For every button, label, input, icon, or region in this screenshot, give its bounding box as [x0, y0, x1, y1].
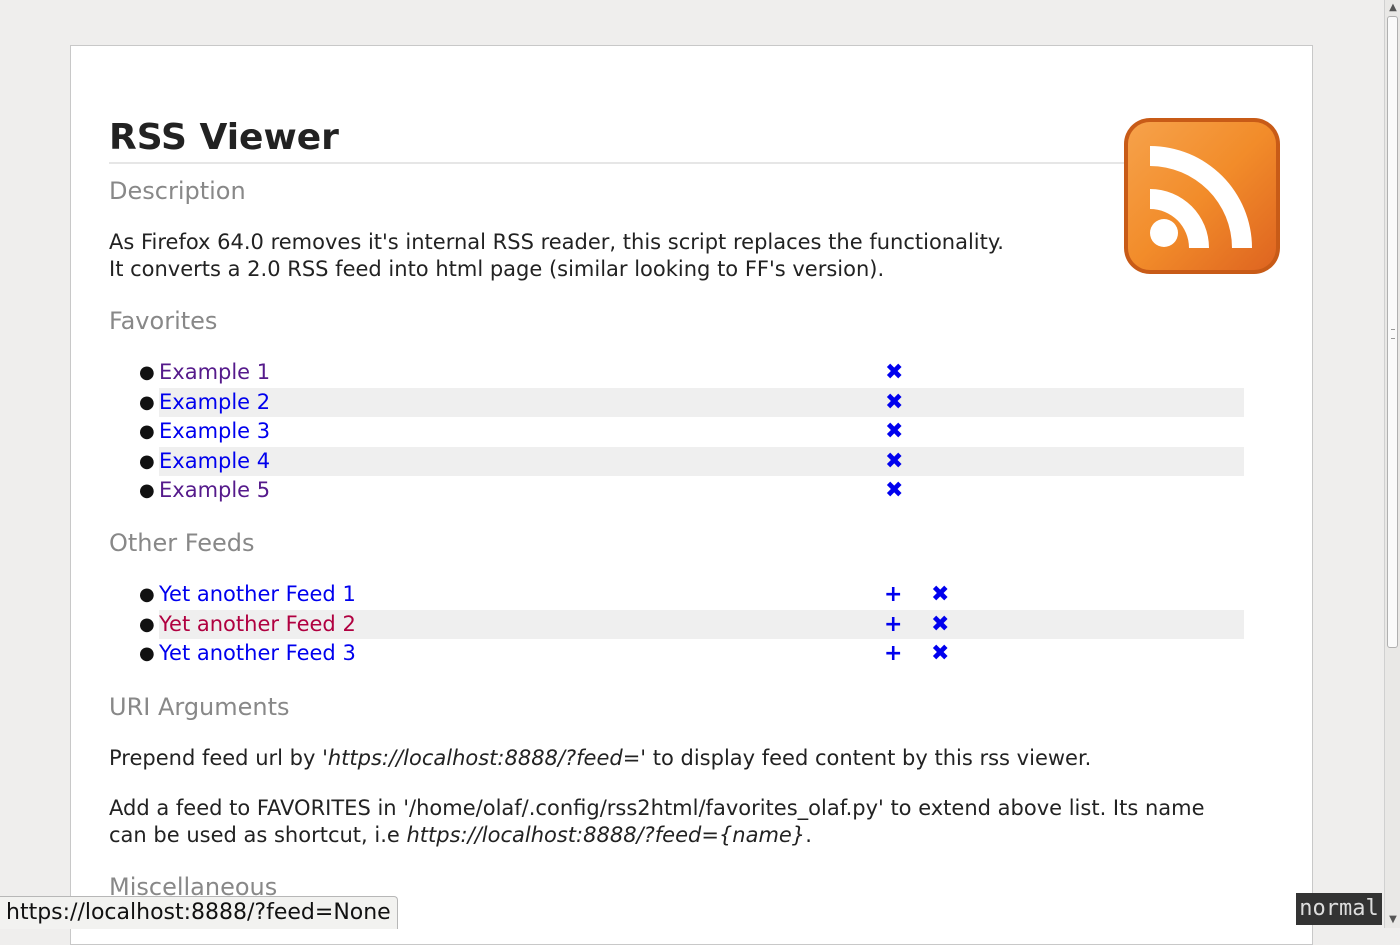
vertical-scrollbar[interactable]: ▲ ▼ [1384, 0, 1400, 928]
bullet: ● [139, 450, 155, 472]
add-icon[interactable]: + [884, 610, 902, 639]
remove-icon[interactable]: ✖ [885, 447, 903, 476]
remove-icon[interactable]: ✖ [885, 388, 903, 417]
list-item: ● Yet another Feed 3 + ✖ [109, 639, 1244, 669]
status-bar-url: https://localhost:8888/?feed=None [0, 896, 398, 929]
scrollbar-thumb[interactable] [1387, 16, 1398, 648]
uri-arguments-heading: URI Arguments [109, 693, 290, 721]
bullet: ● [139, 480, 155, 501]
bullet: ● [139, 421, 155, 442]
uri-p2-before: can be used as shortcut, i.e [109, 823, 407, 847]
description-line-1: As Firefox 64.0 removes it's internal RS… [109, 230, 1004, 254]
uri-p2-after: . [805, 823, 812, 847]
scroll-up-arrow-icon[interactable]: ▲ [1385, 0, 1400, 16]
add-icon[interactable]: + [884, 580, 902, 609]
description-heading: Description [109, 177, 246, 205]
uri-p1-example: https://localhost:8888/?feed= [327, 746, 641, 770]
grip-icon [1391, 329, 1395, 339]
list-item: ● Yet another Feed 2 + ✖ [109, 609, 1244, 639]
list-item: ● Example 1 ✖ [109, 358, 1244, 388]
favorite-link-example-4[interactable]: Example 4 [159, 447, 270, 476]
bullet: ● [139, 362, 155, 383]
remove-icon[interactable]: ✖ [931, 580, 949, 609]
bullet: ● [139, 643, 155, 664]
remove-icon[interactable]: ✖ [885, 417, 903, 446]
favorite-link-example-2[interactable]: Example 2 [159, 388, 270, 417]
uri-p2-example: https://localhost:8888/?feed={name} [406, 823, 806, 847]
scroll-down-arrow-icon[interactable]: ▼ [1385, 912, 1400, 928]
feed-link-2[interactable]: Yet another Feed 2 [159, 610, 356, 639]
list-item: ● Example 2 ✖ [109, 387, 1244, 417]
uri-p1-before: Prepend feed url by ' [109, 746, 328, 770]
description-text: As Firefox 64.0 removes it's internal RS… [109, 229, 1239, 283]
favorite-link-example-1[interactable]: Example 1 [159, 358, 270, 387]
feed-link-1[interactable]: Yet another Feed 1 [159, 580, 356, 609]
uri-p1-after: ' to display feed content by this rss vi… [640, 746, 1092, 770]
uri-paragraph-1: Prepend feed url by 'https://localhost:8… [109, 745, 1239, 772]
uri-paragraph-2: Add a feed to FAVORITES in '/home/olaf/.… [109, 795, 1239, 849]
remove-icon[interactable]: ✖ [885, 476, 903, 505]
favorite-link-example-5[interactable]: Example 5 [159, 476, 270, 505]
other-feeds-heading: Other Feeds [109, 529, 255, 557]
favorites-heading: Favorites [109, 307, 218, 335]
mode-indicator: normal [1296, 893, 1382, 925]
remove-icon[interactable]: ✖ [885, 358, 903, 387]
page-container: RSS Viewer Description As Firefox 64.0 r… [70, 45, 1313, 945]
favorite-link-example-3[interactable]: Example 3 [159, 417, 270, 446]
page-title: RSS Viewer [109, 116, 1244, 164]
remove-icon[interactable]: ✖ [931, 639, 949, 668]
description-line-2: It converts a 2.0 RSS feed into html pag… [109, 257, 885, 281]
feed-link-3[interactable]: Yet another Feed 3 [159, 639, 356, 668]
uri-p2-line-1: Add a feed to FAVORITES in '/home/olaf/.… [109, 796, 1205, 820]
list-item: ● Example 4 ✖ [109, 446, 1244, 476]
list-item: ● Yet another Feed 1 + ✖ [109, 580, 1244, 610]
bullet: ● [139, 613, 155, 635]
add-icon[interactable]: + [884, 639, 902, 668]
list-item: ● Example 5 ✖ [109, 476, 1244, 506]
bullet: ● [139, 584, 155, 605]
favorites-list: ● Example 1 ✖ ● Example 2 ✖ ● Example 3 … [109, 358, 1244, 506]
remove-icon[interactable]: ✖ [931, 610, 949, 639]
other-feeds-list: ● Yet another Feed 1 + ✖ ● Yet another F… [109, 580, 1244, 669]
list-item: ● Example 3 ✖ [109, 417, 1244, 447]
bullet: ● [139, 391, 155, 413]
